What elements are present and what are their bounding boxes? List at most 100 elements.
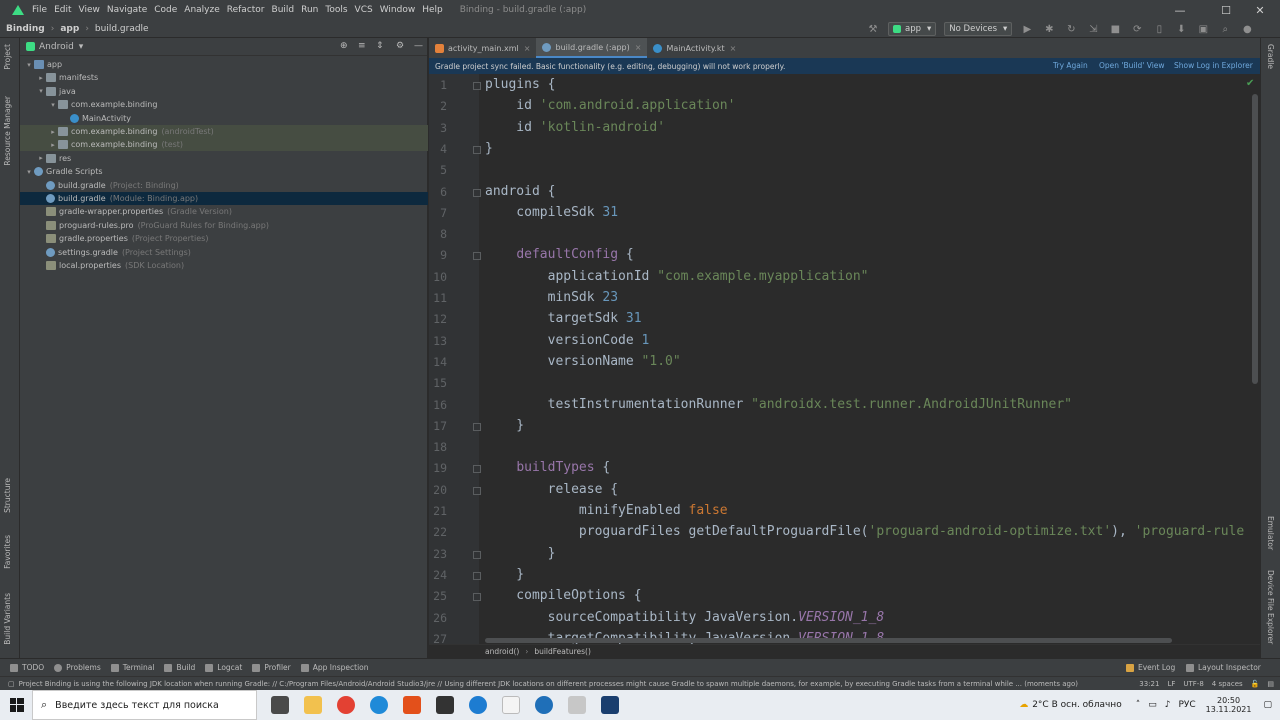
vertical-scrollbar[interactable]: [1252, 94, 1258, 384]
code-line[interactable]: plugins {: [485, 77, 555, 92]
search-icon[interactable]: ⌕: [1218, 22, 1232, 36]
notepad-icon[interactable]: [502, 696, 520, 714]
project-view-select[interactable]: Android: [39, 42, 74, 52]
chevron-right-icon[interactable]: ▸: [48, 128, 58, 136]
chevron-down-icon[interactable]: ▾: [48, 101, 58, 109]
collapse-all-icon[interactable]: ≡: [358, 41, 366, 51]
code-line[interactable]: applicationId "com.example.myapplication…: [485, 269, 869, 284]
breadcrumb-module[interactable]: app: [60, 24, 79, 34]
avd-manager-icon[interactable]: ▯: [1152, 22, 1166, 36]
hide-icon[interactable]: —: [414, 41, 423, 51]
menu-analyze[interactable]: Analyze: [184, 5, 219, 15]
tree-item[interactable]: MainActivity: [20, 112, 428, 125]
code-breadcrumb-build-features[interactable]: buildFeatures(): [534, 647, 591, 656]
attach-debugger-icon[interactable]: ⇲: [1086, 22, 1100, 36]
tool-todo[interactable]: TODO: [10, 663, 44, 672]
notification-icon[interactable]: ▢: [1263, 700, 1272, 710]
android-studio-icon[interactable]: [601, 696, 619, 714]
fold-marker-icon[interactable]: [473, 82, 481, 90]
fold-marker-icon[interactable]: [473, 593, 481, 602]
menu-view[interactable]: View: [79, 5, 100, 15]
close-tab-icon[interactable]: ×: [730, 44, 737, 53]
fold-marker-icon[interactable]: [473, 252, 481, 261]
app-icon[interactable]: [436, 696, 454, 714]
code-line[interactable]: compileSdk 31: [485, 205, 618, 220]
tool-event-log[interactable]: Event Log: [1126, 663, 1175, 672]
fold-marker-icon[interactable]: [473, 550, 481, 559]
tool-layout-inspector[interactable]: Layout Inspector: [1186, 663, 1261, 672]
tool-tab-device-file-explorer[interactable]: Device File Explorer: [1266, 570, 1275, 644]
run-icon[interactable]: ▶: [1020, 22, 1034, 36]
tab-activity-main-xml[interactable]: activity_main.xml ×: [429, 38, 536, 58]
code-line[interactable]: id 'com.android.application': [485, 98, 735, 113]
tree-item[interactable]: ▸ com.example.binding (test): [20, 138, 428, 152]
app-icon[interactable]: [568, 696, 586, 714]
code-line[interactable]: }: [485, 141, 493, 156]
app-icon[interactable]: [535, 696, 553, 714]
tree-item[interactable]: ▾ app: [20, 58, 428, 71]
taskbar-search[interactable]: ⌕ Введите здесь текст для поиска: [32, 690, 257, 720]
chevron-right-icon[interactable]: ▸: [36, 154, 46, 162]
sdk-manager-icon[interactable]: ⬇: [1174, 22, 1188, 36]
tool-profiler[interactable]: Profiler: [252, 663, 291, 672]
fold-marker-icon[interactable]: [473, 145, 481, 154]
tab-build-gradle-app[interactable]: build.gradle (:app) ×: [536, 38, 648, 58]
chevron-down-icon[interactable]: ▾: [79, 42, 84, 52]
code-line[interactable]: defaultConfig {: [485, 247, 633, 262]
clock[interactable]: 20:50 13.11.2021: [1206, 696, 1252, 714]
fold-marker-icon[interactable]: [473, 486, 481, 495]
menu-window[interactable]: Window: [380, 5, 416, 15]
menu-vcs[interactable]: VCS: [355, 5, 373, 15]
chevron-down-icon[interactable]: ▾: [36, 87, 46, 95]
status-message[interactable]: Project Binding is using the following J…: [19, 680, 1119, 688]
code-line[interactable]: versionCode 1: [485, 333, 650, 348]
device-select[interactable]: No Devices ▾: [944, 22, 1013, 36]
tool-logcat[interactable]: Logcat: [205, 663, 242, 672]
tree-item[interactable]: gradle-wrapper.properties (Gradle Version…: [20, 205, 428, 218]
show-log-link[interactable]: Show Log in Explorer: [1174, 61, 1253, 70]
tool-tab-project[interactable]: Project: [3, 44, 12, 70]
tree-item[interactable]: build.gradle (Project: Binding): [20, 179, 428, 192]
code-editor[interactable]: 1 2 3 4 5 6 7 8 9 10 11 12 13 14 15 16 17 18 19 20 21 22 23 24 2…: [429, 74, 1260, 644]
tool-tab-resource-manager[interactable]: Resource Manager: [3, 96, 12, 166]
code-line[interactable]: compileOptions {: [485, 588, 641, 603]
task-view-icon[interactable]: [271, 696, 289, 714]
code-line[interactable]: }: [485, 546, 556, 561]
gear-icon[interactable]: ⚙: [396, 41, 404, 51]
tree-item[interactable]: build.gradle (Module: Binding.app): [20, 192, 428, 205]
breadcrumb-project[interactable]: Binding: [6, 24, 45, 34]
tree-item[interactable]: gradle.properties (Project Properties): [20, 232, 428, 245]
file-explorer-icon[interactable]: [304, 696, 322, 714]
menu-refactor[interactable]: Refactor: [227, 5, 265, 15]
tab-main-activity-kt[interactable]: MainActivity.kt ×: [647, 38, 742, 58]
sync-gradle-icon[interactable]: ⟳: [1130, 22, 1144, 36]
tree-item[interactable]: ▾ com.example.binding: [20, 98, 428, 111]
menu-tools[interactable]: Tools: [325, 5, 347, 15]
locate-icon[interactable]: ⊕: [340, 41, 348, 51]
fold-marker-icon[interactable]: [473, 188, 481, 197]
menu-code[interactable]: Code: [154, 5, 177, 15]
line-separator[interactable]: LF: [1167, 680, 1175, 688]
breadcrumb-file[interactable]: build.gradle: [95, 24, 149, 34]
chevron-right-icon[interactable]: ▸: [36, 74, 46, 82]
tree-item[interactable]: ▸ com.example.binding (androidTest): [20, 125, 428, 138]
lock-icon[interactable]: 🔓: [1251, 680, 1260, 688]
fold-marker-icon[interactable]: [473, 465, 481, 474]
code-line[interactable]: android {: [485, 184, 555, 199]
code-line[interactable]: minifyEnabled false: [485, 503, 728, 518]
hammer-icon[interactable]: ⚒: [866, 22, 880, 36]
fold-marker-icon[interactable]: [473, 422, 481, 431]
menu-help[interactable]: Help: [422, 5, 443, 15]
code-line[interactable]: }: [485, 418, 524, 433]
app-icon[interactable]: [469, 696, 487, 714]
volume-icon[interactable]: ♪: [1165, 700, 1171, 710]
windows-start-icon[interactable]: [10, 698, 24, 712]
expand-all-icon[interactable]: ⇕: [376, 41, 384, 51]
close-tab-icon[interactable]: ×: [635, 43, 642, 52]
menu-file[interactable]: File: [32, 5, 47, 15]
menu-run[interactable]: Run: [301, 5, 318, 15]
fold-marker-icon[interactable]: [473, 571, 481, 580]
chevron-right-icon[interactable]: ▸: [48, 141, 58, 149]
network-icon[interactable]: ▭: [1148, 700, 1157, 710]
office-icon[interactable]: [403, 696, 421, 714]
